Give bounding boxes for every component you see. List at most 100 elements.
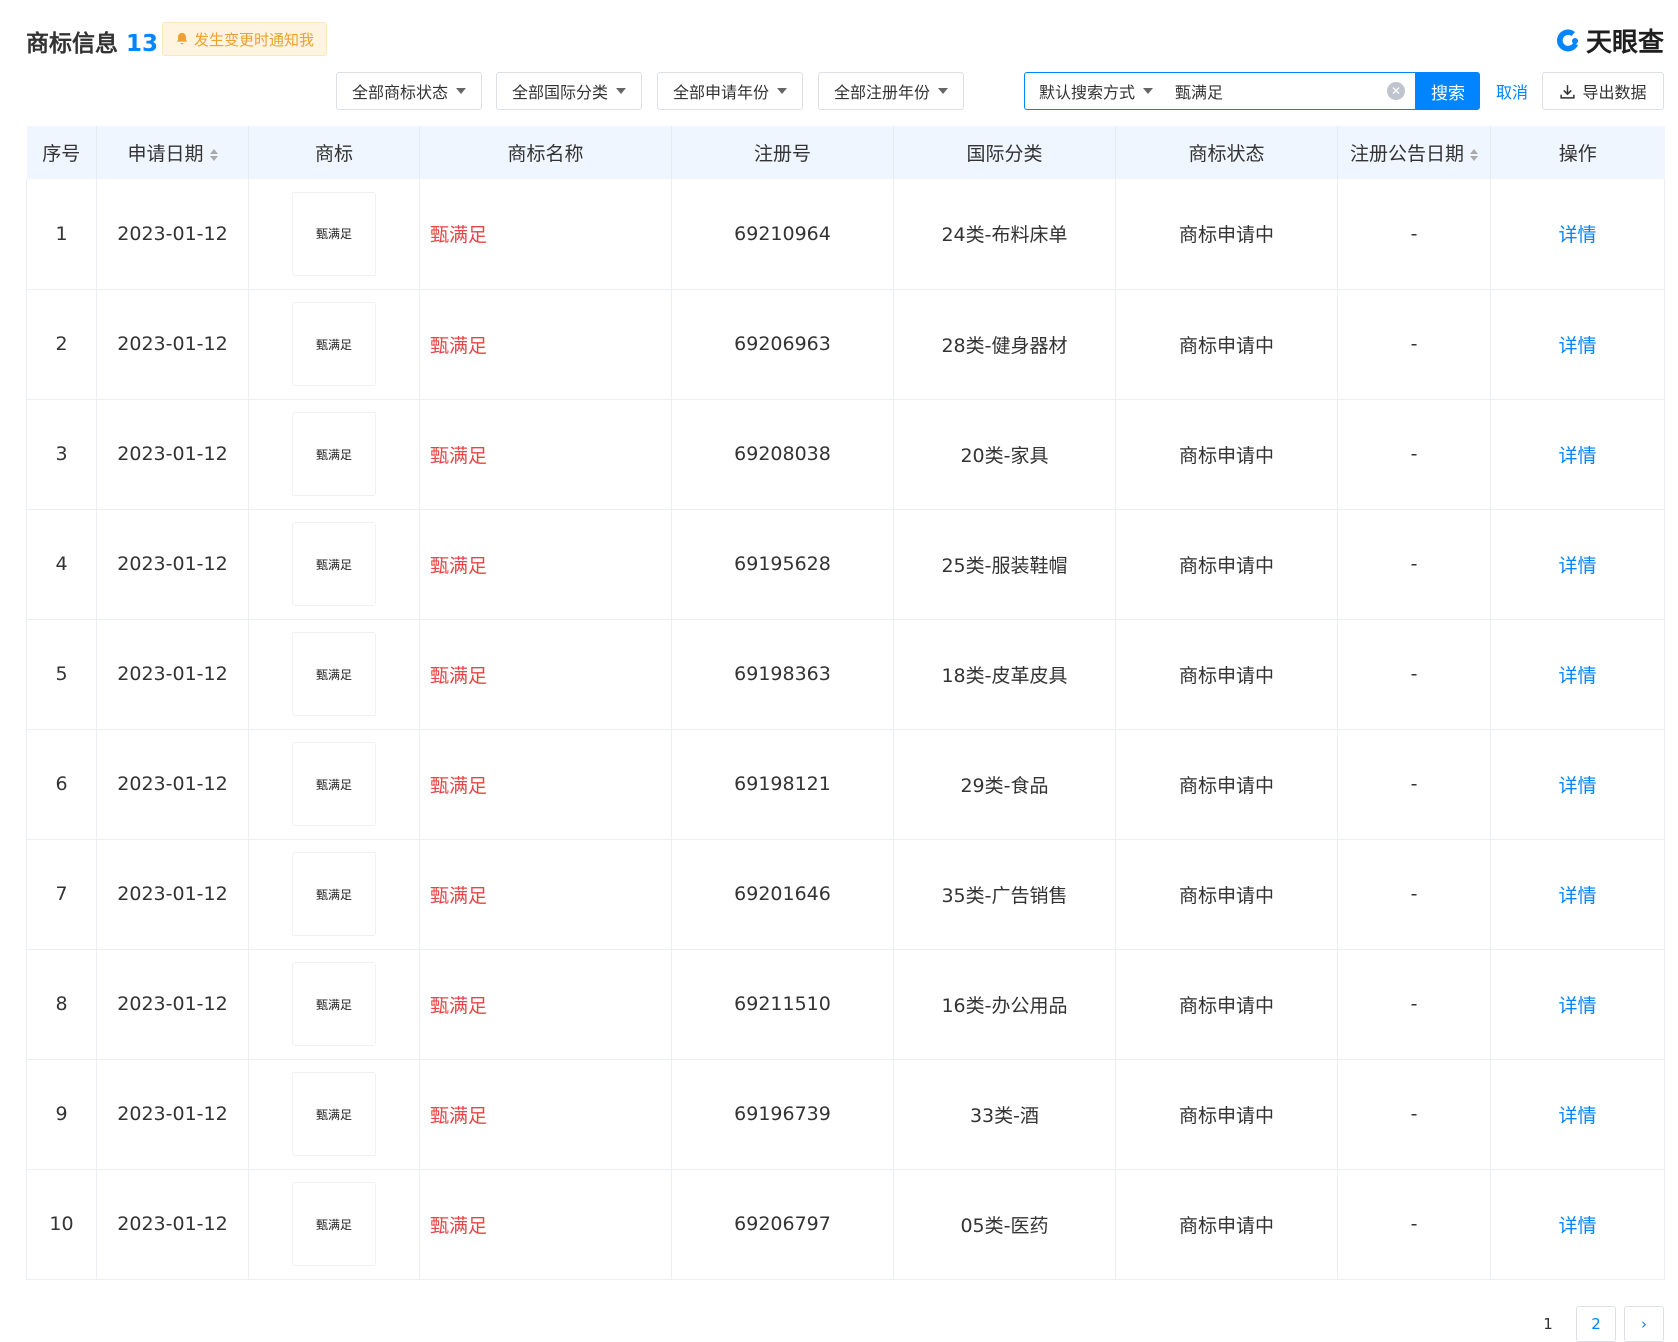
reg-year-filter-label: 全部注册年份 — [833, 83, 930, 102]
detail-link-cell[interactable]: 详情 — [1490, 509, 1665, 620]
trademark-logo-image[interactable]: 甄满足 — [292, 412, 376, 496]
detail-link[interactable]: 详情 — [1558, 995, 1596, 1017]
trademark-logo-image[interactable]: 甄满足 — [292, 632, 376, 716]
page-title-text: 商标信息 — [26, 31, 118, 57]
detail-link[interactable]: 详情 — [1558, 1215, 1596, 1237]
table-row: 3 2023-01-12 甄满足 甄满足 69208038 20类-家具 商标申请中 - 详情 — [26, 399, 1665, 510]
trademark-logo-image[interactable]: 甄满足 — [292, 852, 376, 936]
detail-link[interactable]: 详情 — [1558, 224, 1596, 246]
trademark-name: 甄满足 — [430, 444, 488, 467]
status-filter-label: 全部商标状态 — [351, 83, 448, 102]
clear-icon[interactable]: ✕ — [1387, 82, 1405, 100]
search-input[interactable] — [1175, 81, 1375, 101]
trademark-name-cell: 甄满足 — [419, 509, 672, 620]
column-header-status: 商标状态 — [1115, 126, 1338, 179]
detail-link-cell[interactable]: 详情 — [1490, 949, 1665, 1060]
intl-class: 35类-广告销售 — [941, 884, 1068, 907]
intl-class-cell: 28类-健身器材 — [893, 289, 1116, 400]
reg-number-cell: 69210964 — [671, 179, 894, 290]
reg-number: 69208038 — [734, 443, 831, 465]
intl-class: 25类-服装鞋帽 — [941, 554, 1068, 577]
apply-year-filter-dropdown[interactable]: 全部申请年份 — [657, 72, 803, 110]
page-2-button[interactable]: 2 — [1576, 1306, 1616, 1342]
trademark-status: 商标申请中 — [1178, 1214, 1274, 1237]
sort-icon[interactable] — [1470, 148, 1478, 161]
intl-class-cell: 18类-皮革皮具 — [893, 619, 1116, 730]
trademark-logo-image[interactable]: 甄满足 — [292, 962, 376, 1046]
column-header-pub-date[interactable]: 注册公告日期 — [1337, 126, 1491, 179]
trademark-logo-image[interactable]: 甄满足 — [292, 191, 376, 276]
detail-link-cell[interactable]: 详情 — [1490, 1169, 1665, 1280]
detail-link-cell[interactable]: 详情 — [1490, 1059, 1665, 1170]
trademark-logo-image[interactable]: 甄满足 — [292, 742, 376, 826]
detail-link-cell[interactable]: 详情 — [1490, 619, 1665, 730]
pub-date: - — [1410, 773, 1418, 795]
trademark-logo-image[interactable]: 甄满足 — [292, 522, 376, 606]
cancel-link[interactable]: 取消 — [1496, 72, 1528, 110]
trademark-logo-cell: 甄满足 — [248, 839, 420, 950]
apply-date: 2023-01-12 — [117, 883, 228, 905]
apply-date-cell: 2023-01-12 — [96, 949, 249, 1060]
table-row: 10 2023-01-12 甄满足 甄满足 69206797 05类-医药 商标申请中 - 详情 — [26, 1169, 1665, 1280]
trademark-name: 甄满足 — [430, 884, 488, 907]
pub-date: - — [1410, 222, 1418, 245]
column-header-apply-date[interactable]: 申请日期 — [96, 126, 249, 179]
search-mode-label: 默认搜索方式 — [1039, 83, 1136, 102]
search-box: 默认搜索方式 ✕ — [1024, 72, 1416, 110]
brand-logo[interactable]: 天眼查 — [1553, 22, 1664, 59]
detail-link-cell[interactable]: 详情 — [1490, 179, 1665, 290]
detail-link-cell[interactable]: 详情 — [1490, 839, 1665, 950]
page-title: 商标信息 13 — [26, 24, 158, 58]
detail-link-cell[interactable]: 详情 — [1490, 289, 1665, 400]
detail-link[interactable]: 详情 — [1558, 1105, 1596, 1127]
pub-date: - — [1410, 1103, 1418, 1125]
sort-icon[interactable] — [209, 148, 218, 161]
reg-number: 69201646 — [734, 883, 831, 905]
column-header-reg-no: 注册号 — [671, 126, 894, 179]
trademark-logo-image[interactable]: 甄满足 — [292, 1182, 376, 1266]
detail-link-cell[interactable]: 详情 — [1490, 729, 1665, 840]
apply-date: 2023-01-12 — [117, 553, 228, 575]
column-header-pub-date-label: 注册公告日期 — [1349, 143, 1464, 165]
next-page-button[interactable]: › — [1624, 1306, 1664, 1342]
trademark-status-cell: 商标申请中 — [1115, 179, 1338, 290]
notify-button[interactable]: 发生变更时通知我 — [162, 22, 328, 56]
search-mode-dropdown[interactable]: 默认搜索方式 — [1025, 79, 1175, 103]
search-button[interactable]: 搜索 — [1416, 72, 1480, 110]
detail-link[interactable]: 详情 — [1558, 665, 1596, 687]
trademark-name: 甄满足 — [430, 224, 488, 247]
detail-link[interactable]: 详情 — [1558, 885, 1596, 907]
pub-date-cell: - — [1337, 949, 1491, 1060]
trademark-status: 商标申请中 — [1178, 774, 1274, 797]
column-header-apply-date-label: 申请日期 — [127, 143, 204, 165]
trademark-name: 甄满足 — [430, 774, 488, 797]
detail-link-cell[interactable]: 详情 — [1490, 399, 1665, 510]
table-row: 5 2023-01-12 甄满足 甄满足 69198363 18类-皮革皮具 商标申请中 - 详… — [26, 619, 1665, 730]
row-number-cell: 6 — [26, 729, 97, 840]
intl-class-cell: 16类-办公用品 — [893, 949, 1116, 1060]
status-filter-dropdown[interactable]: 全部商标状态 — [336, 72, 482, 110]
intl-class: 28类-健身器材 — [941, 334, 1068, 357]
apply-date: 2023-01-12 — [117, 443, 228, 465]
caret-down-icon — [938, 88, 948, 94]
reg-number-cell: 69198363 — [671, 619, 894, 730]
page-1-button[interactable]: 1 — [1528, 1306, 1568, 1342]
trademark-logo-cell: 甄满足 — [248, 1169, 420, 1280]
trademark-name-cell: 甄满足 — [419, 399, 672, 510]
detail-link[interactable]: 详情 — [1558, 335, 1596, 357]
pub-date: - — [1410, 663, 1418, 685]
detail-link[interactable]: 详情 — [1558, 445, 1596, 467]
detail-link[interactable]: 详情 — [1558, 775, 1596, 797]
export-button[interactable]: 导出数据 — [1542, 72, 1664, 110]
trademark-logo-image[interactable]: 甄满足 — [292, 302, 376, 386]
detail-link[interactable]: 详情 — [1558, 555, 1596, 577]
column-header-intl-class: 国际分类 — [893, 126, 1116, 179]
caret-down-icon — [616, 88, 626, 94]
reg-year-filter-dropdown[interactable]: 全部注册年份 — [818, 72, 964, 110]
trademark-logo-image[interactable]: 甄满足 — [292, 1072, 376, 1156]
trademark-logo-cell: 甄满足 — [248, 729, 420, 840]
pub-date: - — [1410, 443, 1418, 465]
trademark-logo-cell: 甄满足 — [248, 619, 420, 730]
pagination: 1 2 › — [1528, 1306, 1664, 1342]
intl-class-filter-dropdown[interactable]: 全部国际分类 — [496, 72, 642, 110]
